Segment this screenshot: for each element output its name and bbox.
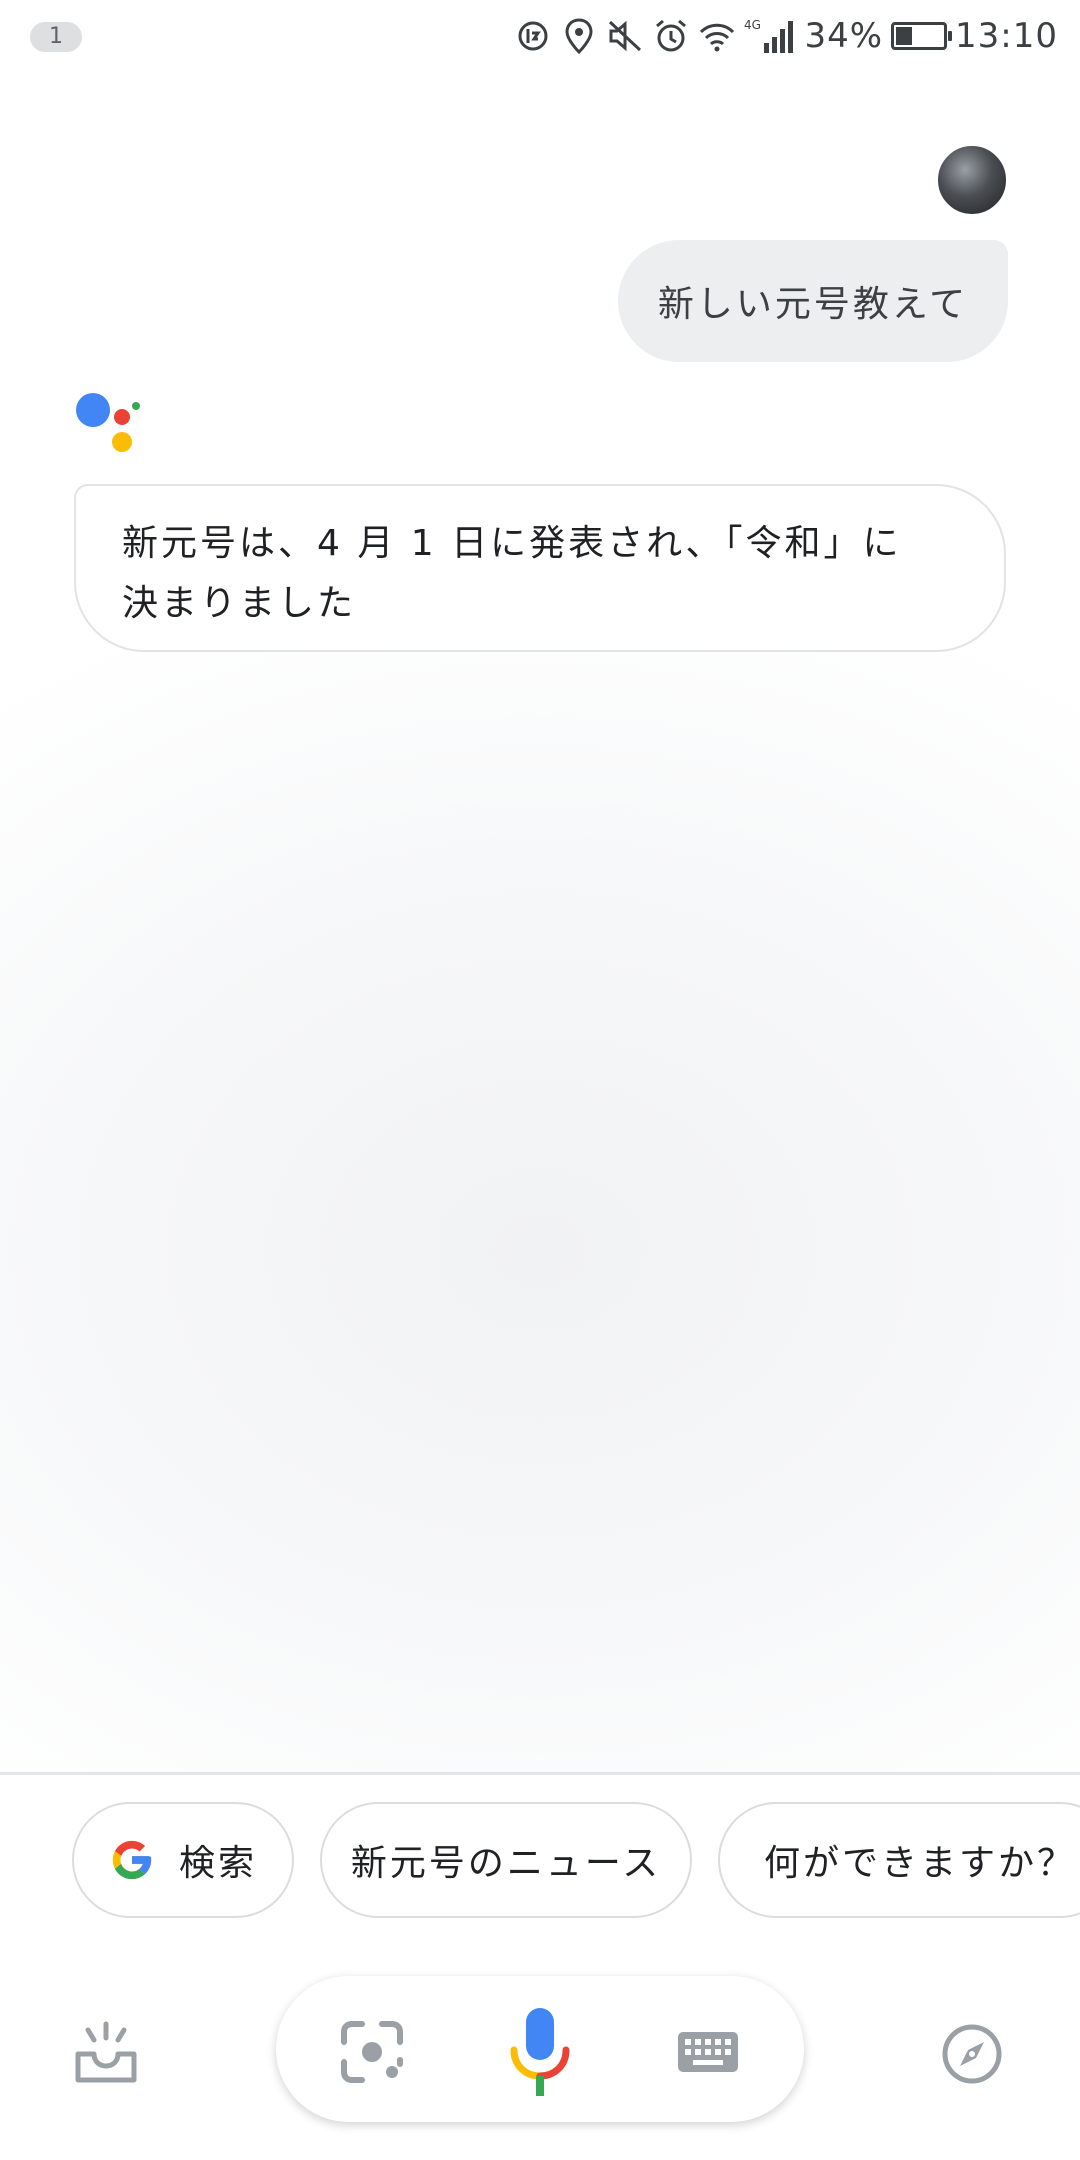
status-icons: 4G 34% 13:10 [514,12,1058,60]
assistant-reply-line-2: 決まりました [122,583,357,624]
signal-icon: 4G [744,17,796,55]
status-bar: 1 4G 34% 13:10 [0,0,1080,72]
assistant-reply-bubble: 新元号は、4 月 1 日に発表され、「令和」に 決まりました [74,484,1006,652]
assistant-screen: 1 4G 34% 13:10 新しい元号教えて 新元号は、4 月 1 日に発表さ… [0,0,1080,2160]
search-chip-label: 検索 [178,1843,257,1884]
lens-icon[interactable] [340,2020,404,2084]
google-g-icon [112,1840,152,1880]
mute-icon [606,17,644,55]
battery-percent: 34% [804,16,884,56]
search-chip[interactable]: 検索 [72,1802,294,1918]
google-assistant-logo-icon [76,393,140,452]
news-chip-label: 新元号のニュース [350,1843,662,1884]
what-can-you-do-label: 何ができますか？ [764,1843,1077,1884]
alarm-icon [652,17,690,55]
what-can-you-do-chip[interactable]: 何ができますか？ [718,1802,1080,1918]
wifi-icon [698,17,736,55]
data-saver-icon [514,17,552,55]
user-avatar[interactable] [936,144,1008,216]
notification-count-badge: 1 [30,22,82,52]
assistant-reply-line-1: 新元号は、4 月 1 日に発表され、「令和」に [122,523,902,564]
battery-charging-icon [891,22,953,50]
mic-icon[interactable] [508,2006,572,2098]
user-message-bubble: 新しい元号教えて [618,240,1008,362]
explore-compass-icon[interactable] [940,2022,1004,2086]
location-icon [560,17,598,55]
updates-icon[interactable] [72,2020,140,2084]
svg-text:4G: 4G [744,18,761,32]
keyboard-icon[interactable] [676,2030,740,2074]
news-suggestion-chip[interactable]: 新元号のニュース [320,1802,692,1918]
clock: 13:10 [955,16,1058,56]
